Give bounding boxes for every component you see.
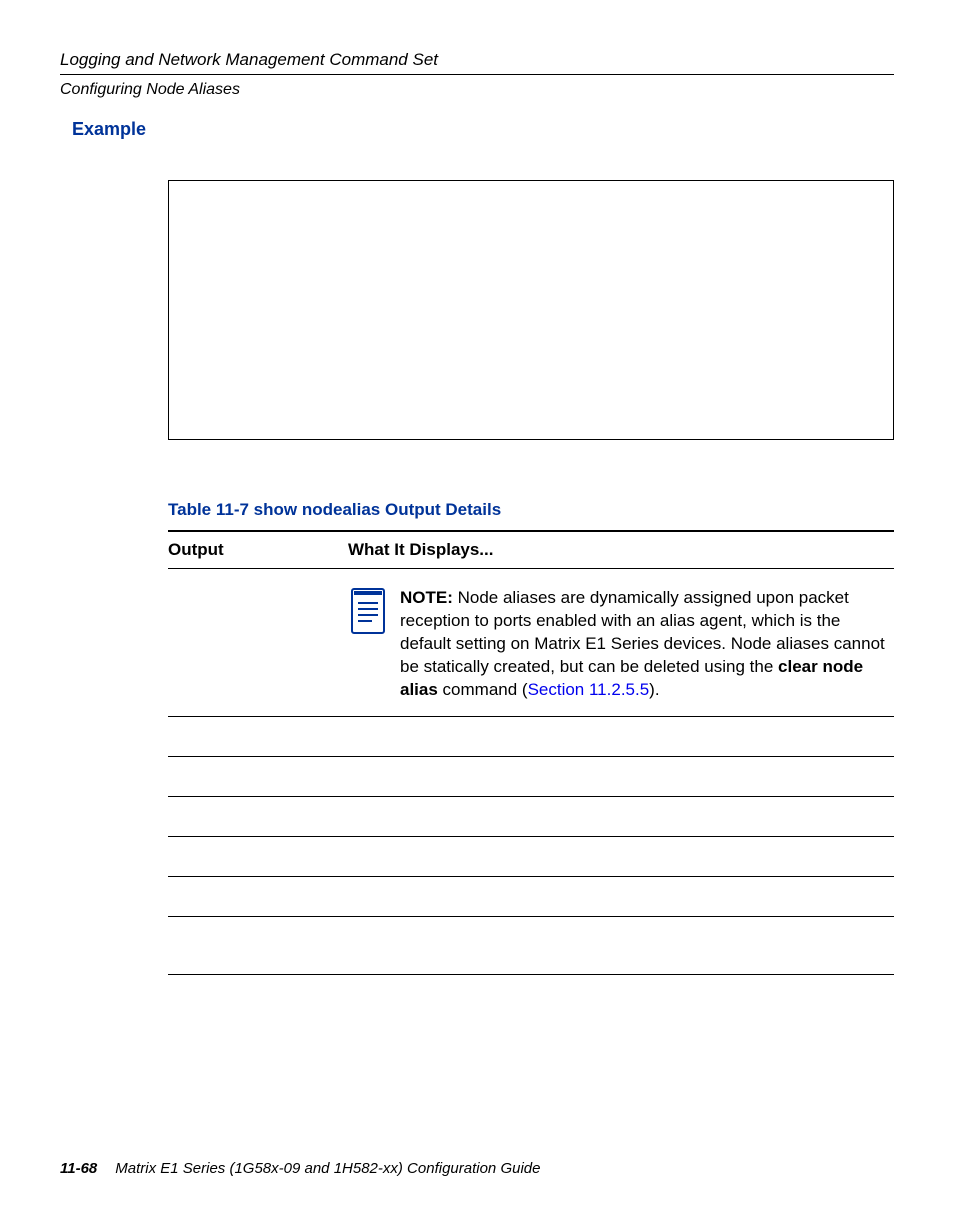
table-empty-row	[168, 837, 894, 877]
header-subtitle: Configuring Node Aliases	[60, 81, 894, 99]
note-after-bold: command (	[438, 680, 528, 699]
table-container: Table 11-7 show nodealias Output Details…	[168, 500, 894, 975]
note-text: NOTE: Node aliases are dynamically assig…	[400, 587, 894, 702]
table-note-col1	[168, 587, 348, 702]
note-after-link: ).	[649, 680, 659, 699]
note-link[interactable]: Section 11.2.5.5	[528, 680, 650, 699]
table-note-col2: NOTE: Node aliases are dynamically assig…	[348, 587, 894, 702]
header-title: Logging and Network Management Command S…	[60, 50, 894, 75]
table-note-row: NOTE: Node aliases are dynamically assig…	[168, 569, 894, 717]
footer-text: Matrix E1 Series (1G58x-09 and 1H582-xx)…	[115, 1160, 540, 1177]
table-header-displays: What It Displays...	[348, 540, 493, 560]
code-box	[168, 180, 894, 440]
table-empty-row	[168, 877, 894, 917]
table-empty-row	[168, 917, 894, 975]
page-footer: 11-68 Matrix E1 Series (1G58x-09 and 1H58…	[60, 1160, 540, 1177]
footer-page-number: 11-68	[60, 1160, 97, 1177]
table-caption: Table 11-7 show nodealias Output Details	[168, 500, 894, 520]
note-icon	[348, 587, 388, 635]
note-label: NOTE:	[400, 588, 453, 607]
example-heading: Example	[72, 119, 894, 140]
table-empty-row	[168, 717, 894, 757]
document-header: Logging and Network Management Command S…	[60, 50, 894, 99]
table-empty-row	[168, 757, 894, 797]
table-header-output: Output	[168, 540, 348, 560]
table-empty-row	[168, 797, 894, 837]
table-header-row: Output What It Displays...	[168, 530, 894, 569]
